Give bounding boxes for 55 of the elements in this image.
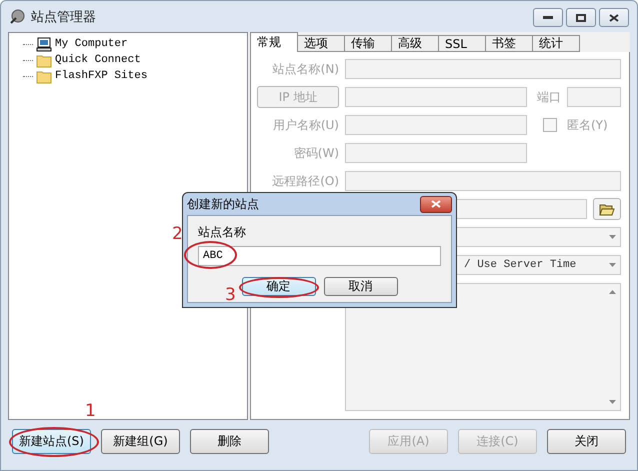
folder-icon: [36, 52, 52, 68]
field-label: 密码(W): [292, 144, 339, 162]
tab[interactable]: 高级: [391, 35, 439, 52]
dialog-button[interactable]: 确定: [242, 277, 316, 296]
field-label: 站点名称: [198, 224, 247, 241]
tab[interactable]: 常规: [250, 32, 298, 52]
annotation-number: 2: [172, 224, 183, 244]
dialog-button[interactable]: 新建站点(S): [12, 429, 91, 454]
folder-icon: [36, 68, 52, 84]
input-field[interactable]: [345, 115, 527, 135]
tree-item[interactable]: FlashFXP Sites: [55, 70, 148, 82]
tab[interactable]: SSL: [438, 35, 486, 52]
field-label: 用户名称(U): [272, 116, 339, 134]
caret-icon: [609, 235, 616, 239]
dialog-button[interactable]: 取消: [324, 277, 398, 296]
input-field[interactable]: [345, 87, 527, 107]
dialog-button[interactable]: 新建组(G): [101, 429, 180, 454]
site-name-input[interactable]: ABC: [198, 246, 441, 266]
annotation-number: 3: [225, 285, 236, 305]
app-icon: [9, 8, 25, 24]
dialog-title: 创建新的站点: [187, 196, 259, 212]
caret-icon: [609, 263, 616, 267]
input-field[interactable]: [345, 171, 621, 191]
window-title: 站点管理器: [31, 8, 96, 26]
input-field[interactable]: [345, 143, 527, 163]
maximize-button[interactable]: [566, 8, 596, 27]
input-field[interactable]: [345, 59, 621, 79]
tab[interactable]: 书签: [485, 35, 533, 52]
tree-item[interactable]: My Computer: [55, 38, 128, 50]
dialog-button[interactable]: 删除: [190, 429, 269, 454]
close-button[interactable]: [599, 8, 629, 27]
minimize-icon: [543, 16, 553, 20]
tab[interactable]: 传输: [344, 35, 392, 52]
annotation-number: 1: [85, 401, 96, 421]
dropdown-value: / Use Server Time: [463, 259, 576, 271]
folder-icon: [599, 202, 615, 216]
scroll-down-icon: [608, 400, 616, 404]
close-icon: [431, 200, 441, 208]
scroll-up-icon: [608, 290, 616, 294]
tab[interactable]: 统计: [532, 35, 580, 52]
maximize-icon: [576, 14, 586, 22]
close-button[interactable]: [420, 196, 452, 212]
annotation-ellipse: [184, 241, 237, 269]
dialog-button[interactable]: 关闭: [547, 429, 626, 454]
checkbox-label: 匿名(Y): [567, 116, 608, 134]
browse-button[interactable]: [593, 198, 621, 220]
input-field[interactable]: [567, 87, 621, 107]
tab[interactable]: 选项: [297, 35, 345, 52]
field-label: 端口: [537, 88, 561, 106]
close-icon: [609, 14, 619, 22]
field-label: 远程路径(O): [271, 172, 339, 190]
minimize-button[interactable]: [533, 8, 563, 27]
computer-icon: [36, 36, 52, 52]
tree-item[interactable]: Quick Connect: [55, 54, 141, 66]
field-label: 站点名称(N): [272, 60, 339, 78]
